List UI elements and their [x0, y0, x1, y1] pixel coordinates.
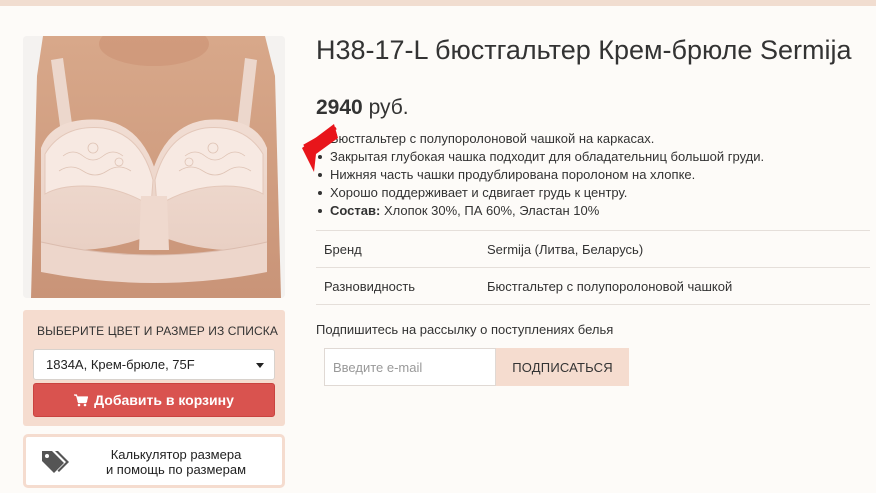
variant-selected-value: 1834A, Крем-брюле, 75F	[46, 357, 195, 372]
add-to-cart-label: Добавить в корзину	[94, 392, 234, 408]
variant-select[interactable]: 1834A, Крем-брюле, 75F	[33, 349, 275, 380]
bra-photo	[23, 36, 285, 298]
variant-title: ВЫБЕРИТЕ ЦВЕТ И РАЗМЕР ИЗ СПИСКА	[37, 324, 278, 338]
top-strip	[0, 0, 876, 6]
feature-list: Бюстгальтер с полупоролоновой чашкой на …	[316, 130, 876, 220]
composition-value: Хлопок 30%, ПА 60%, Эластан 10%	[383, 203, 600, 218]
spec-value: Sermija (Литва, Беларусь)	[487, 242, 644, 257]
size-calculator-button[interactable]: Калькулятор размера и помощь по размерам	[23, 434, 285, 488]
email-input[interactable]	[324, 348, 496, 386]
feature-item: Бюстгальтер с полупоролоновой чашкой на …	[316, 130, 876, 148]
cart-icon	[74, 393, 89, 406]
add-to-cart-button[interactable]: Добавить в корзину	[33, 383, 275, 417]
spec-value: Бюстгальтер с полупоролоновой чашкой	[487, 279, 733, 294]
feature-item-composition: Состав: Хлопок 30%, ПА 60%, Эластан 10%	[316, 202, 876, 220]
spec-row: Бренд Sermija (Литва, Беларусь)	[316, 231, 870, 268]
feature-item: Хорошо поддерживает и сдвигает грудь к ц…	[316, 184, 876, 202]
caret-down-icon	[256, 363, 264, 368]
spec-key: Разновидность	[324, 279, 416, 294]
size-calculator-line1: Калькулятор размера	[110, 447, 242, 462]
tags-icon	[42, 451, 69, 473]
spec-row: Разновидность Бюстгальтер с полупоролоно…	[316, 268, 870, 305]
specs-table: Бренд Sermija (Литва, Беларусь) Разновид…	[316, 230, 870, 305]
size-calculator-text: Калькулятор размера и помощь по размерам	[86, 447, 266, 477]
product-image[interactable]	[23, 36, 285, 298]
variant-panel: ВЫБЕРИТЕ ЦВЕТ И РАЗМЕР ИЗ СПИСКА 1834A, …	[23, 310, 285, 426]
newsletter-label: Подпишитесь на рассылку о поступлениях б…	[316, 322, 614, 337]
annotation-arrow-icon	[302, 124, 338, 172]
subscribe-button[interactable]: ПОДПИСАТЬСЯ	[496, 348, 629, 386]
composition-label: Состав:	[330, 203, 381, 218]
price-currency: руб.	[368, 96, 409, 119]
feature-item: Нижняя часть чашки продублирована пороло…	[316, 166, 876, 184]
product-title: H38-17-L бюстгальтер Крем-брюле Sermija	[316, 35, 852, 65]
feature-item: Закрытая глубокая чашка подходит для обл…	[316, 148, 876, 166]
spec-key: Бренд	[324, 242, 362, 257]
size-calculator-line2: и помощь по размерам	[105, 462, 247, 477]
